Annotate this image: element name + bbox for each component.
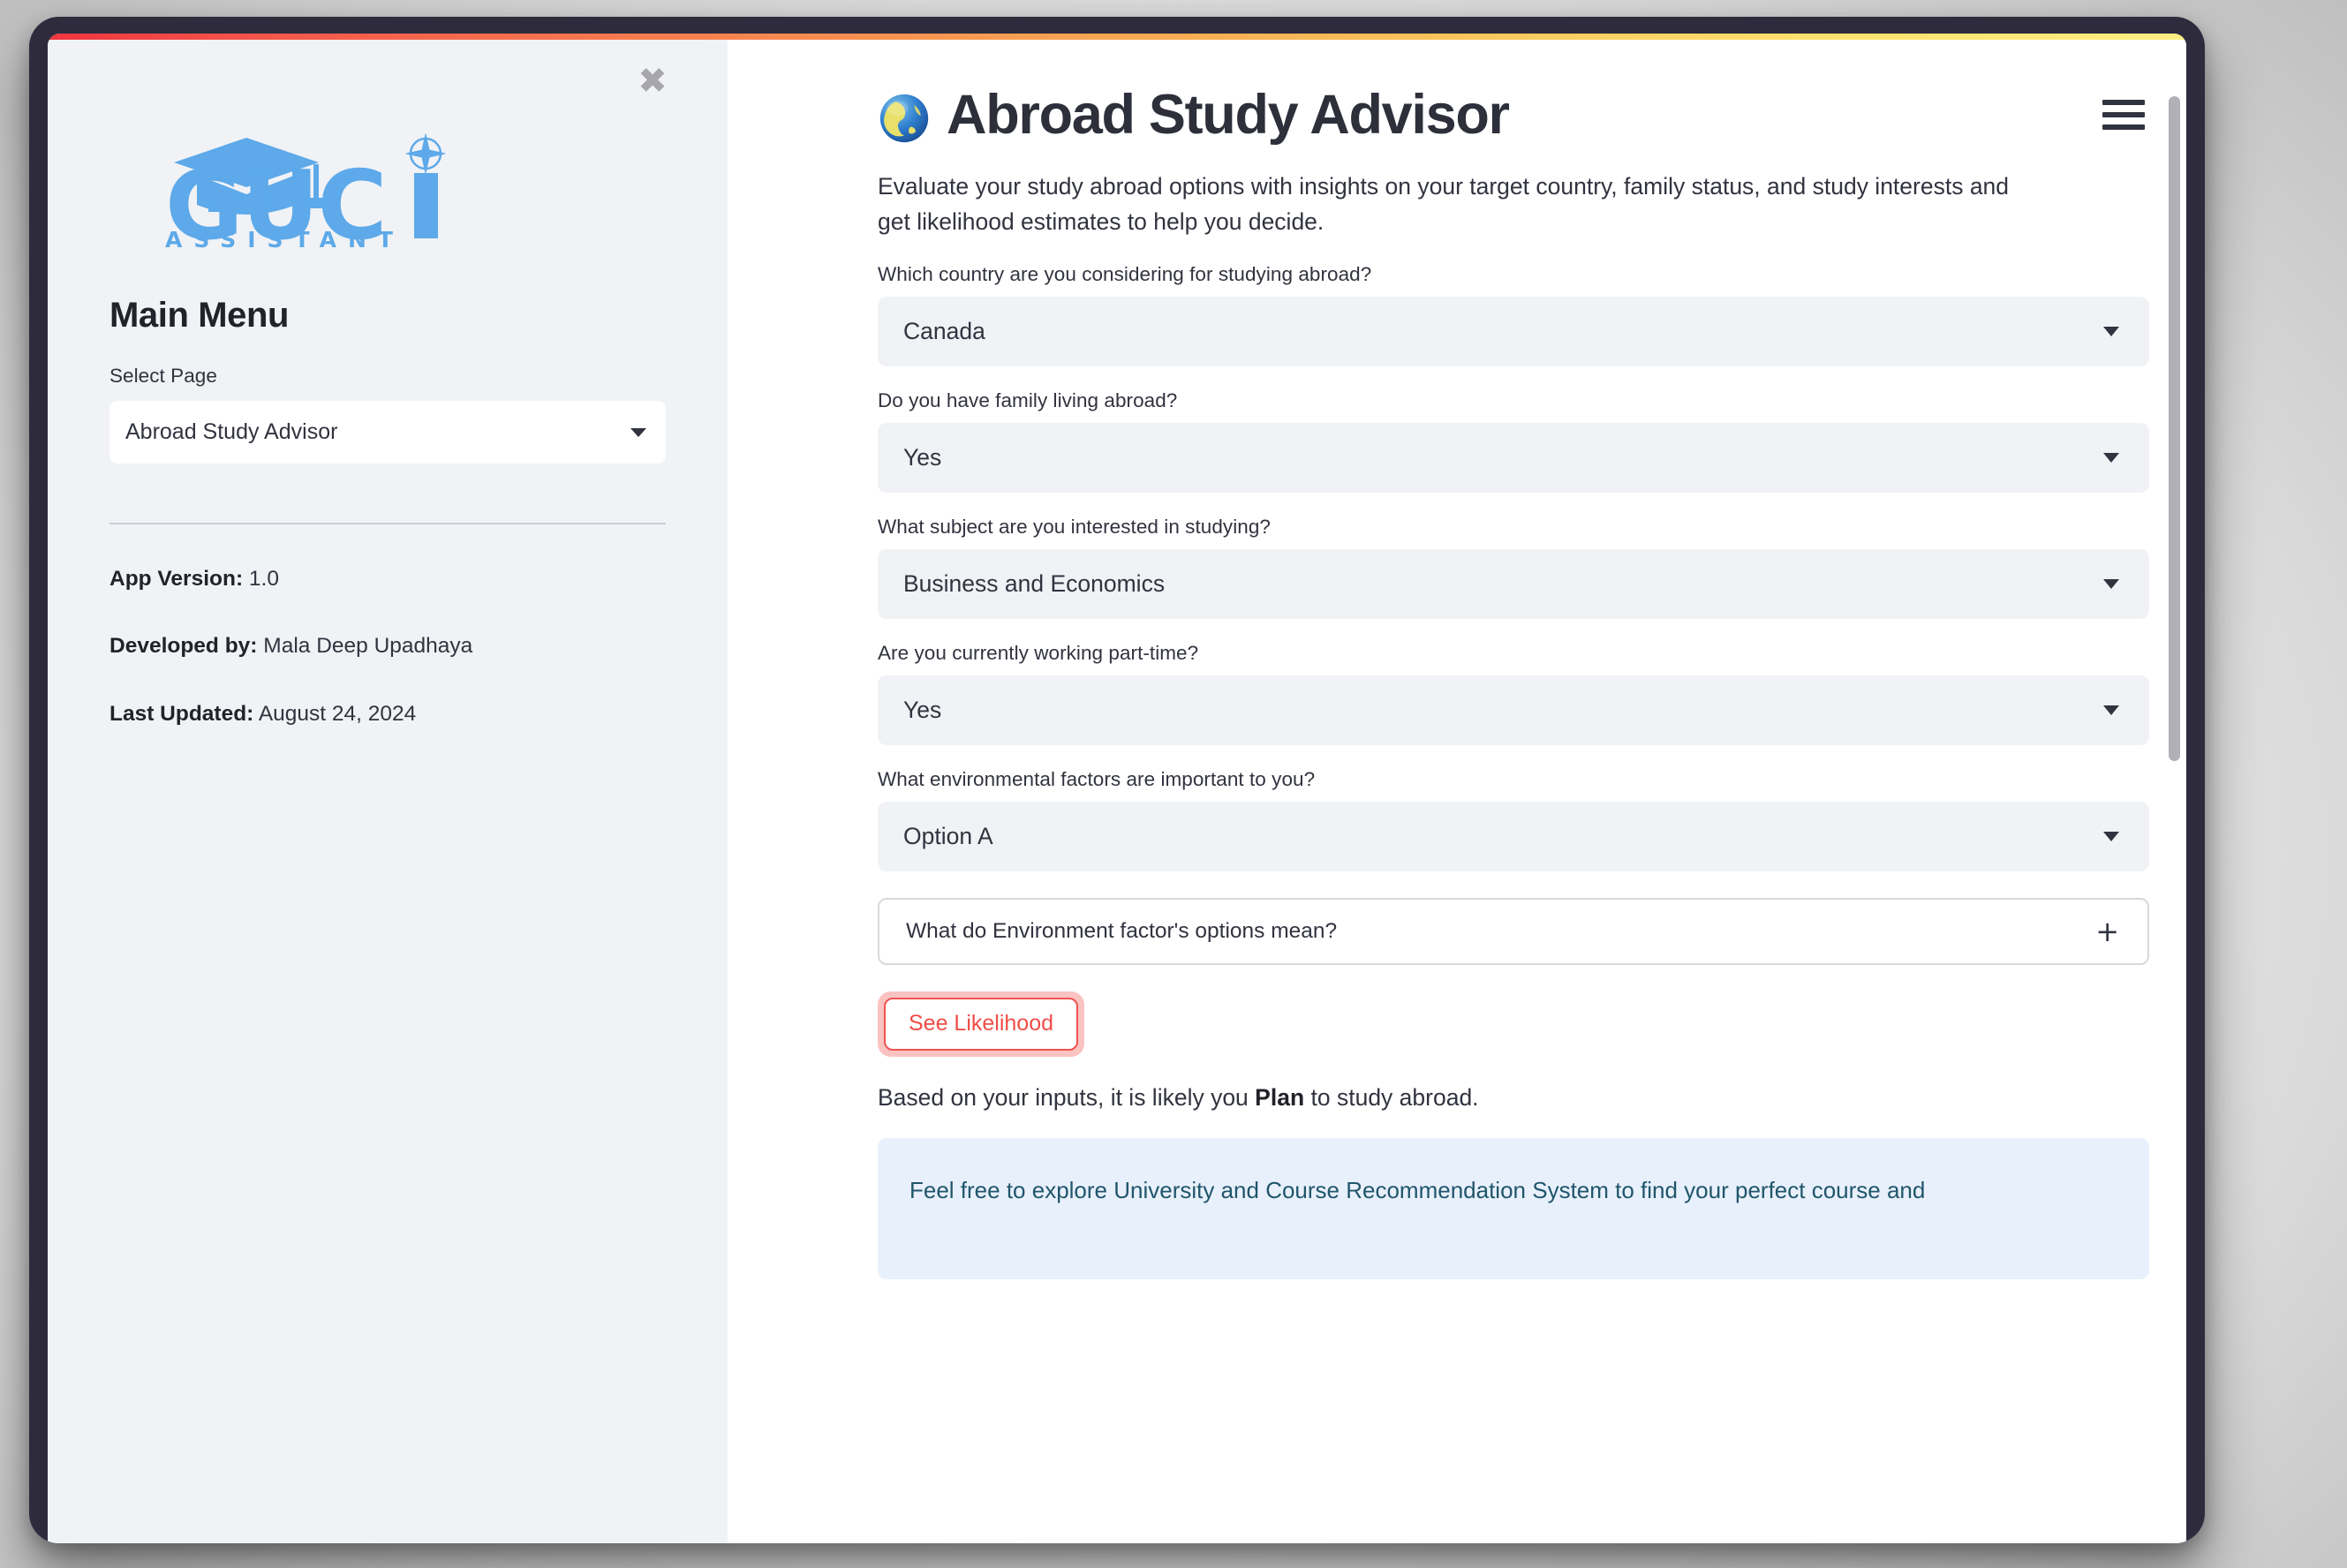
- family-abroad-select[interactable]: Yes: [878, 422, 2149, 493]
- result-emphasis: Plan: [1255, 1083, 1305, 1111]
- part-time-work-select[interactable]: Yes: [878, 675, 2149, 745]
- chevron-down-icon: [2103, 831, 2119, 841]
- field-family-abroad-label: Do you have family living abroad?: [878, 388, 1178, 411]
- expander-label: What do Environment factor's options mea…: [906, 918, 1338, 943]
- environment-factor-select-value: Option A: [903, 822, 993, 849]
- last-updated-row: Last Updated: August 24, 2024: [109, 701, 666, 727]
- info-callout: Feel free to explore University and Cour…: [878, 1137, 2149, 1279]
- developed-by-value: Mala Deep Upadhaya: [263, 634, 473, 659]
- page-title-row: Abroad Study Advisor: [878, 86, 2036, 144]
- environment-factor-select[interactable]: Option A: [878, 801, 2149, 871]
- app-version-label: App Version:: [109, 567, 244, 591]
- page-description: Evaluate your study abroad options with …: [878, 173, 2010, 236]
- app-version-row: App Version: 1.0: [109, 566, 666, 592]
- page-select-value: Abroad Study Advisor: [125, 419, 338, 444]
- globe-icon: [879, 94, 929, 143]
- likelihood-result-text: Based on your inputs, it is likely you P…: [878, 1084, 2036, 1112]
- sidebar-divider: [109, 523, 666, 524]
- plus-icon: +: [2095, 914, 2119, 948]
- field-environment-factor: What environmental factors are important…: [878, 767, 2149, 871]
- country-select[interactable]: Canada: [878, 296, 2149, 366]
- sidebar-heading: Main Menu: [109, 296, 290, 335]
- environment-options-expander[interactable]: What do Environment factor's options mea…: [878, 897, 2149, 965]
- country-select-value: Canada: [903, 317, 985, 344]
- field-part-time-work-label: Are you currently working part-time?: [878, 641, 1199, 664]
- result-prefix: Based on your inputs, it is likely you: [878, 1083, 1256, 1111]
- hamburger-menu-icon[interactable]: [2099, 94, 2148, 135]
- see-likelihood-focus-ring: See Likelihood: [878, 991, 1085, 1057]
- chevron-down-icon: [2103, 452, 2119, 463]
- page-select[interactable]: Abroad Study Advisor: [109, 401, 666, 464]
- field-environment-factor-label: What environmental factors are important…: [878, 767, 1316, 790]
- chevron-down-icon: [2103, 326, 2119, 336]
- vertical-scrollbar-track[interactable]: [2169, 40, 2184, 1543]
- select-page-label: Select Page: [109, 365, 217, 387]
- page-title: Abroad Study Advisor: [947, 84, 1510, 146]
- see-likelihood-button[interactable]: See Likelihood: [884, 997, 1079, 1051]
- page-content: Abroad Study Advisor Evaluate your study…: [728, 40, 2186, 1543]
- developed-by-row: Developed by: Mala Deep Upadhaya: [109, 633, 666, 659]
- app-viewport: ✖ GUC ASSISTANT Main Menu Select Page Ab…: [48, 34, 2186, 1543]
- field-subject: What subject are you interested in study…: [878, 515, 2149, 619]
- chevron-down-icon: [2103, 578, 2119, 589]
- field-family-abroad: Do you have family living abroad? Yes: [878, 388, 2149, 493]
- vertical-scrollbar-thumb[interactable]: [2169, 96, 2180, 761]
- family-abroad-select-value: Yes: [903, 443, 942, 471]
- last-updated-value: August 24, 2024: [258, 701, 417, 726]
- top-accent-gradient-bar: [48, 34, 2186, 40]
- subject-select[interactable]: Business and Economics: [878, 548, 2149, 619]
- hamburger-line: [2102, 112, 2145, 117]
- main-content-panel: Abroad Study Advisor Evaluate your study…: [728, 40, 2186, 1543]
- chevron-down-icon: [630, 427, 646, 437]
- info-callout-text: Feel free to explore University and Cour…: [909, 1176, 1926, 1203]
- field-country: Which country are you considering for st…: [878, 262, 2149, 366]
- result-suffix: to study abroad.: [1304, 1083, 1479, 1111]
- chevron-down-icon: [2103, 705, 2119, 715]
- field-subject-label: What subject are you interested in study…: [878, 515, 1271, 538]
- app-version-value: 1.0: [248, 567, 279, 591]
- part-time-work-select-value: Yes: [903, 696, 942, 723]
- field-country-label: Which country are you considering for st…: [878, 262, 1372, 285]
- sidebar: ✖ GUC ASSISTANT Main Menu Select Page Ab…: [48, 40, 728, 1543]
- browser-window-frame: ✖ GUC ASSISTANT Main Menu Select Page Ab…: [29, 17, 2205, 1543]
- brand-logo: GUC ASSISTANT: [109, 131, 666, 250]
- hamburger-line: [2102, 100, 2145, 105]
- last-updated-label: Last Updated:: [109, 701, 254, 726]
- field-part-time-work: Are you currently working part-time? Yes: [878, 641, 2149, 745]
- svg-text:ASSISTANT: ASSISTANT: [165, 227, 404, 250]
- subject-select-value: Business and Economics: [903, 569, 1166, 597]
- hamburger-line: [2102, 124, 2145, 130]
- developed-by-label: Developed by:: [109, 634, 258, 659]
